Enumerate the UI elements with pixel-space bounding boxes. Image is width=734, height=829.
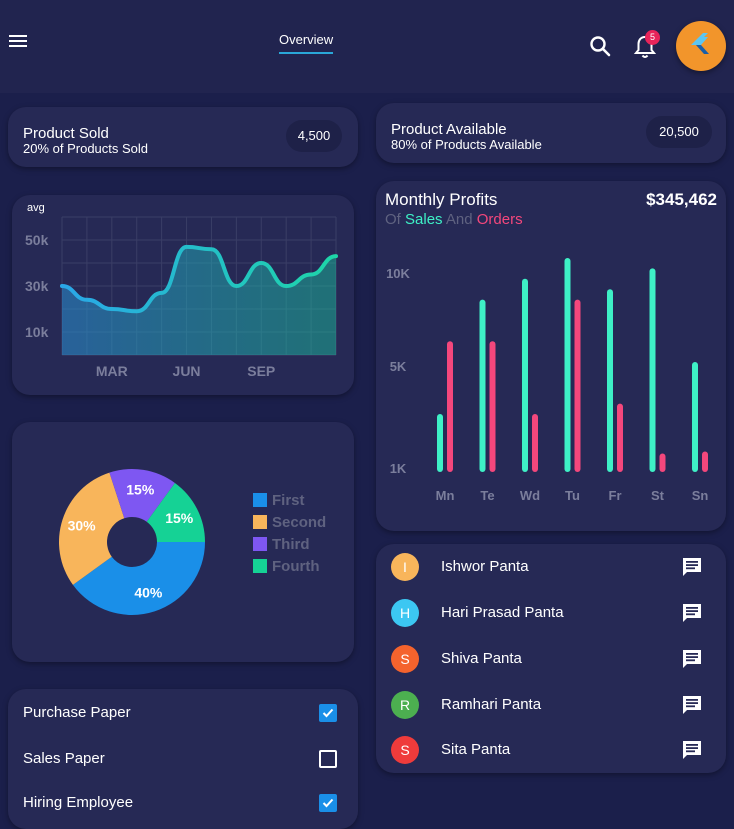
- contact-name: Hari Prasad Panta: [441, 604, 564, 621]
- tab-overview[interactable]: Overview: [279, 32, 334, 54]
- y-axis-label: avg: [27, 202, 45, 214]
- legend-label: Fourth: [272, 558, 319, 575]
- pie-slice-label: 15%: [165, 510, 194, 526]
- y-tick-label: 30k: [25, 278, 49, 294]
- flutter-logo-avatar[interactable]: [676, 21, 726, 71]
- task-label: Purchase Paper: [23, 704, 131, 721]
- task-checkbox[interactable]: [319, 794, 337, 812]
- legend-swatch: [253, 493, 267, 507]
- contacts-card: I Ishwor Panta H Hari Prasad Panta S Shi…: [376, 544, 726, 773]
- contact-row[interactable]: S Shiva Panta: [376, 636, 726, 682]
- y-tick-label: 50k: [25, 232, 49, 248]
- check-icon: [322, 708, 334, 718]
- contact-name: Sita Panta: [441, 741, 511, 758]
- product-sold-card: Product Sold 20% of Products Sold 4,500: [8, 107, 358, 167]
- x-tick-label: Wd: [520, 488, 540, 503]
- contact-avatar: S: [391, 645, 419, 673]
- y-tick-label: 1K: [390, 461, 407, 476]
- task-checkbox[interactable]: [319, 704, 337, 722]
- legend-label: Third: [272, 536, 310, 553]
- y-tick-label: 10k: [25, 324, 49, 340]
- chat-icon[interactable]: [681, 739, 703, 761]
- average-line-chart-card: avg 50k 30k 10k MAR JUN SEP: [12, 195, 354, 395]
- contact-row[interactable]: H Hari Prasad Panta: [376, 590, 726, 636]
- search-icon[interactable]: [588, 34, 612, 58]
- contact-row[interactable]: S Sita Panta: [376, 727, 726, 773]
- contact-name: Ishwor Panta: [441, 558, 529, 575]
- contact-avatar: I: [391, 553, 419, 581]
- legend-label: Second: [272, 514, 326, 531]
- product-sold-title: Product Sold: [23, 125, 109, 142]
- contact-avatar: R: [391, 691, 419, 719]
- task-label: Sales Paper: [23, 750, 105, 767]
- x-tick-label: Sn: [692, 488, 709, 503]
- pie-slice-label: 15%: [126, 482, 155, 498]
- flutter-logo-icon: [691, 33, 709, 54]
- chat-icon[interactable]: [681, 694, 703, 716]
- y-tick-label: 5K: [390, 359, 407, 374]
- monthly-profits-card: Monthly Profits Of Sales And Orders $345…: [376, 181, 726, 531]
- x-tick-label: St: [651, 488, 665, 503]
- task-label: Hiring Employee: [23, 794, 134, 811]
- x-tick-label: Te: [480, 488, 494, 503]
- pie-slice-label: 40%: [134, 584, 163, 600]
- menu-icon[interactable]: [9, 35, 27, 49]
- legend-swatch: [253, 515, 267, 529]
- x-tick-label: Mn: [436, 488, 455, 503]
- product-sold-subtitle: 20% of Products Sold: [23, 141, 149, 156]
- contact-row[interactable]: R Ramhari Panta: [376, 682, 726, 728]
- x-tick-label: JUN: [173, 363, 201, 379]
- check-icon: [322, 798, 334, 808]
- contact-row[interactable]: I Ishwor Panta: [376, 544, 726, 590]
- product-available-value: 20,500: [646, 116, 712, 148]
- x-tick-label: Fr: [609, 488, 622, 503]
- monthly-profits-bar-chart: 10K 5K 1K Mn Te Wd Tu Fr St Sn: [386, 258, 709, 503]
- contact-avatar: H: [391, 599, 419, 627]
- contact-avatar: S: [391, 736, 419, 764]
- pie-chart: 40% 30% 15% 15% First Second Third Fourth: [58, 469, 326, 615]
- chat-icon[interactable]: [681, 602, 703, 624]
- x-tick-label: MAR: [96, 363, 128, 379]
- average-line-chart: avg 50k 30k 10k MAR JUN SEP: [25, 202, 338, 379]
- legend-swatch: [253, 559, 267, 573]
- legend-swatch: [253, 537, 267, 551]
- task-checkbox[interactable]: [319, 750, 337, 768]
- product-available-title: Product Available: [391, 121, 507, 138]
- y-tick-label: 10K: [386, 266, 410, 281]
- notification-badge: 5: [645, 30, 660, 45]
- product-sold-value: 4,500: [286, 120, 342, 152]
- pie-slice-label: 30%: [68, 518, 97, 534]
- app-bar: Overview 5: [0, 0, 734, 93]
- contact-name: Shiva Panta: [441, 650, 522, 667]
- contact-name: Ramhari Panta: [441, 696, 542, 713]
- tasks-card: Purchase Paper Sales Paper Hiring Employ…: [8, 689, 358, 829]
- pie-chart-card: 40% 30% 15% 15% First Second Third Fourth: [12, 422, 354, 662]
- product-available-card: Product Available 80% of Products Availa…: [376, 103, 726, 163]
- x-tick-label: SEP: [247, 363, 275, 379]
- chat-icon[interactable]: [681, 556, 703, 578]
- chat-icon[interactable]: [681, 648, 703, 670]
- x-tick-label: Tu: [565, 488, 580, 503]
- legend-label: First: [272, 492, 305, 509]
- product-available-subtitle: 80% of Products Available: [391, 137, 542, 152]
